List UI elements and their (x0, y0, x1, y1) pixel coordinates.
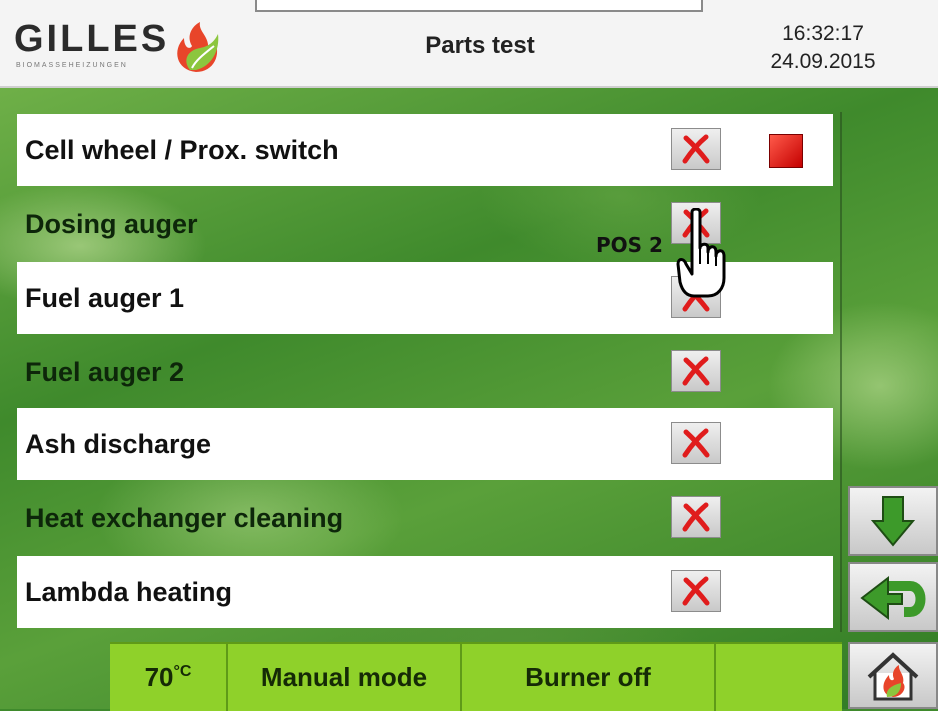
arrow-down-icon (871, 496, 915, 547)
position-annotation: POS 2 (596, 233, 663, 257)
row-lambda-heating: Lambda heating (17, 556, 833, 628)
row-label: Cell wheel / Prox. switch (25, 134, 339, 165)
row-label: Fuel auger 1 (25, 282, 185, 313)
operating-mode: Manual mode (228, 644, 462, 711)
clock: 16:32:17 24.09.2015 (748, 20, 898, 76)
brand-name: GILLES (14, 18, 170, 60)
row-label: Fuel auger 2 (25, 356, 185, 387)
flame-leaf-icon (177, 22, 219, 72)
red-x-icon (682, 134, 710, 164)
time-display: 16:32:17 (782, 22, 864, 45)
date-display: 24.09.2015 (770, 50, 876, 73)
return-arrow-icon (860, 575, 926, 621)
status-bar: 70 °C Manual mode Burner off (110, 642, 842, 711)
toggle-button-ash-discharge[interactable] (671, 422, 721, 464)
status-empty-cell (716, 644, 842, 711)
brand-logo: GILLES BIOMASSEHEIZUNGEN (14, 18, 224, 78)
row-fuel-auger-2: Fuel auger 2 (17, 336, 833, 408)
back-button[interactable] (848, 562, 938, 632)
burner-status: Burner off (462, 644, 716, 711)
brand-subtitle: BIOMASSEHEIZUNGEN (16, 62, 128, 69)
row-label: Heat exchanger cleaning (25, 502, 344, 533)
row-label: Lambda heating (25, 576, 233, 607)
page-title: Parts test (425, 32, 535, 59)
header-bar: GILLES BIOMASSEHEIZUNGEN Parts test 16:3… (0, 0, 938, 88)
temperature-display: 70 °C (110, 644, 228, 711)
red-x-icon (682, 576, 710, 606)
row-heat-exchanger-cleaning: Heat exchanger cleaning (17, 482, 833, 554)
red-x-icon (682, 356, 710, 386)
row-ash-discharge: Ash discharge (17, 408, 833, 480)
scroll-down-button[interactable] (848, 486, 938, 556)
home-button[interactable] (848, 642, 938, 709)
temperature-value: 70 (144, 662, 174, 692)
status-indicator (769, 134, 803, 168)
hand-pointer-icon (676, 208, 726, 298)
red-x-icon (682, 428, 710, 458)
row-cell-wheel: Cell wheel / Prox. switch (17, 114, 833, 186)
header-tab-frame (255, 0, 703, 12)
home-flame-icon (867, 651, 919, 700)
toggle-button-heat-exchanger[interactable] (671, 496, 721, 538)
toggle-button-cell-wheel[interactable] (671, 128, 721, 170)
row-label: Ash discharge (25, 428, 212, 459)
toggle-button-lambda-heating[interactable] (671, 570, 721, 612)
temperature-unit: °C (173, 662, 192, 680)
row-label: Dosing auger (25, 208, 198, 239)
toggle-button-fuel-auger-2[interactable] (671, 350, 721, 392)
red-x-icon (682, 502, 710, 532)
